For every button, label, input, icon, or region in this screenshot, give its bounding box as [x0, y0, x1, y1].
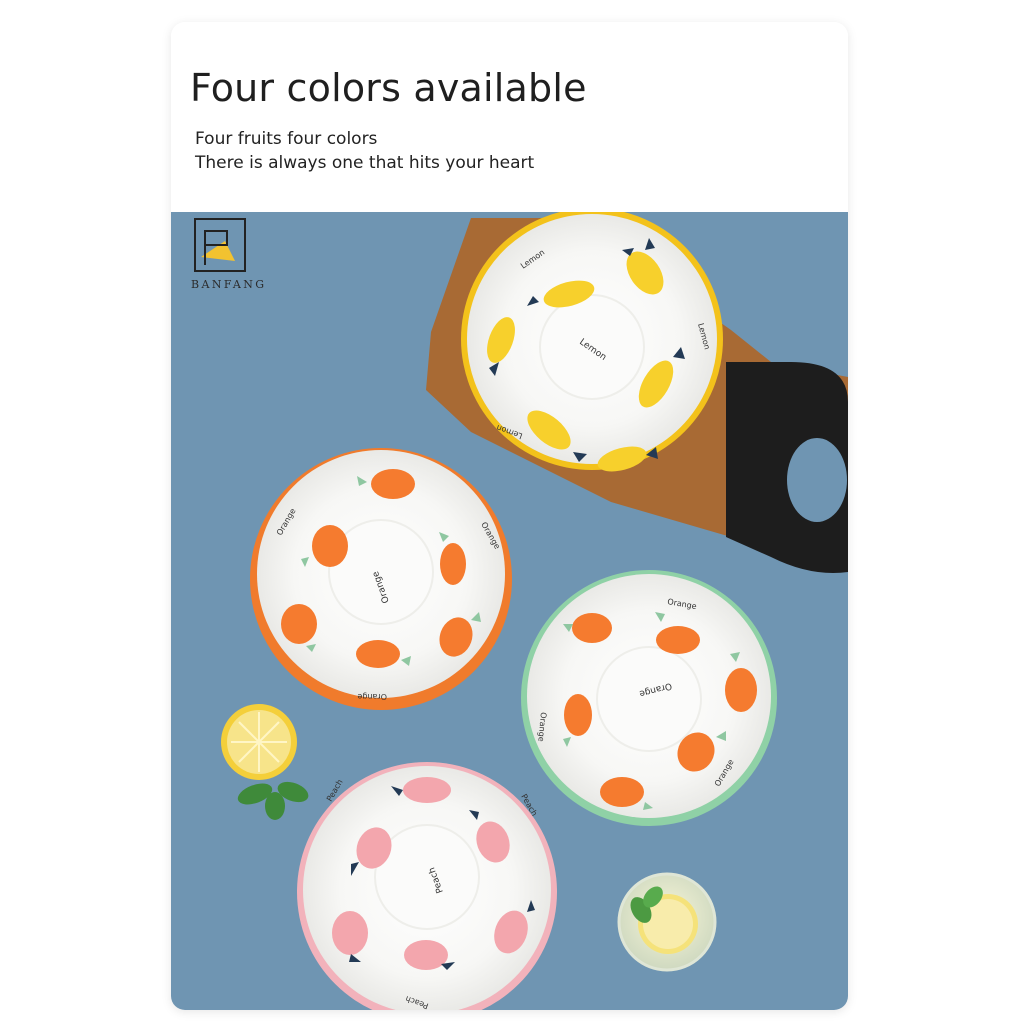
brand-logo-icon	[194, 218, 246, 272]
orange-left-rim-label-3: Orange	[357, 692, 387, 701]
peach-bowl: Peach Peach Peach Peach	[297, 762, 557, 1010]
page-title: Four colors available	[190, 66, 587, 110]
subtitle-line-2: There is always one that hits your heart	[195, 153, 535, 173]
card-header: Four colors available Four fruits four c…	[171, 22, 848, 212]
bowls-photo-svg: Lemon Lemon Lemon Lemon Orange Orange Or…	[171, 212, 848, 1010]
subtitle-line-1: Four fruits four colors	[195, 129, 378, 149]
brand-name: BANFANG	[191, 278, 267, 291]
glass-with-lemon	[617, 872, 717, 972]
orange-bowl-left: Orange Orange Orange Orange	[250, 448, 512, 710]
product-card: Four colors available Four fruits four c…	[171, 22, 848, 1010]
orange-bowl-right: Orange Orange Orange Orange	[521, 570, 777, 826]
lemon-slice	[221, 704, 297, 780]
product-photo: Lemon Lemon Lemon Lemon Orange Orange Or…	[171, 212, 848, 1010]
